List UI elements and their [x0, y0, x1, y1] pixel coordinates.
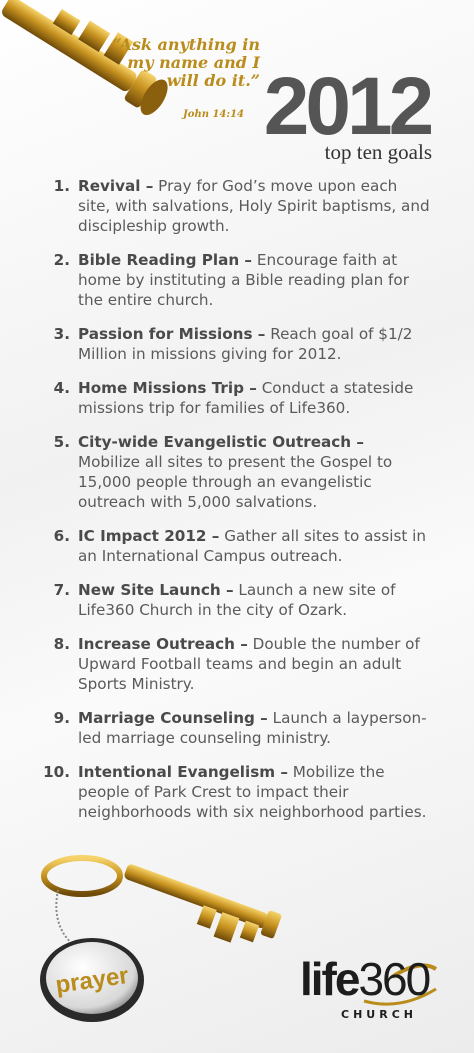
goal-number: 3. — [53, 325, 70, 343]
flyer-page: “Ask anything in my name and I will do i… — [0, 0, 474, 1053]
goal-title: Intentional Evangelism – — [78, 763, 288, 781]
goal-number: 5. — [53, 433, 70, 451]
logo-church-text: CHURCH — [341, 1008, 417, 1021]
goal-number: 9. — [53, 709, 70, 727]
logo-word-360: 360 — [358, 953, 431, 1005]
scripture-quote: “Ask anything in my name and I will do i… — [112, 35, 260, 90]
goal-title: Home Missions Trip – — [78, 379, 257, 397]
goal-title: Bible Reading Plan – — [78, 251, 253, 269]
goal-item: 5. City-wide Evangelistic Outreach – Mobi… — [40, 432, 430, 512]
prayer-key-image: prayer — [40, 855, 282, 1022]
goal-number: 8. — [53, 635, 70, 653]
goal-item: 9. Marriage Counseling – Launch a laypers… — [40, 708, 430, 748]
goal-number: 2. — [53, 251, 70, 269]
goal-item: 6. IC Impact 2012 – Gather all sites to a… — [40, 526, 430, 566]
goal-title: Revival – — [78, 177, 154, 195]
scripture-reference: John 14:14 — [183, 109, 244, 120]
goal-title: IC Impact 2012 – — [78, 527, 220, 545]
goal-number: 1. — [53, 177, 70, 195]
goal-number: 10. — [43, 763, 70, 781]
logo-wordmark: life360 — [300, 953, 431, 1005]
goal-item: 1. Revival – Pray for God’s move upon eac… — [40, 176, 430, 236]
page-subtitle: top ten goals — [324, 140, 432, 164]
goal-item: 8. Increase Outreach – Double the number … — [40, 634, 430, 694]
goal-item: 7. New Site Launch – Launch a new site of… — [40, 580, 430, 620]
logo-word-life: life — [300, 953, 360, 1005]
life360-church-logo: life360 CHURCH — [300, 955, 440, 1025]
goal-title: Increase Outreach – — [78, 635, 248, 653]
goal-title: New Site Launch – — [78, 581, 234, 599]
goal-description: Mobilize all sites to present the Gospel… — [78, 453, 393, 511]
goal-title: Marriage Counseling – — [78, 709, 268, 727]
year-heading: 2012 — [263, 61, 434, 152]
goal-item: 4. Home Missions Trip – Conduct a statesi… — [40, 378, 430, 418]
goal-number: 4. — [53, 379, 70, 397]
goals-list: 1. Revival – Pray for God’s move upon eac… — [40, 176, 430, 836]
goal-number: 7. — [53, 581, 70, 599]
goal-number: 6. — [53, 527, 70, 545]
goal-item: 2. Bible Reading Plan – Encourage faith a… — [40, 250, 430, 310]
goal-item: 3. Passion for Missions – Reach goal of $… — [40, 324, 430, 364]
goal-item: 10. Intentional Evangelism – Mobilize the… — [40, 762, 430, 822]
goal-title: Passion for Missions – — [78, 325, 266, 343]
goal-title: City-wide Evangelistic Outreach – — [78, 433, 364, 451]
